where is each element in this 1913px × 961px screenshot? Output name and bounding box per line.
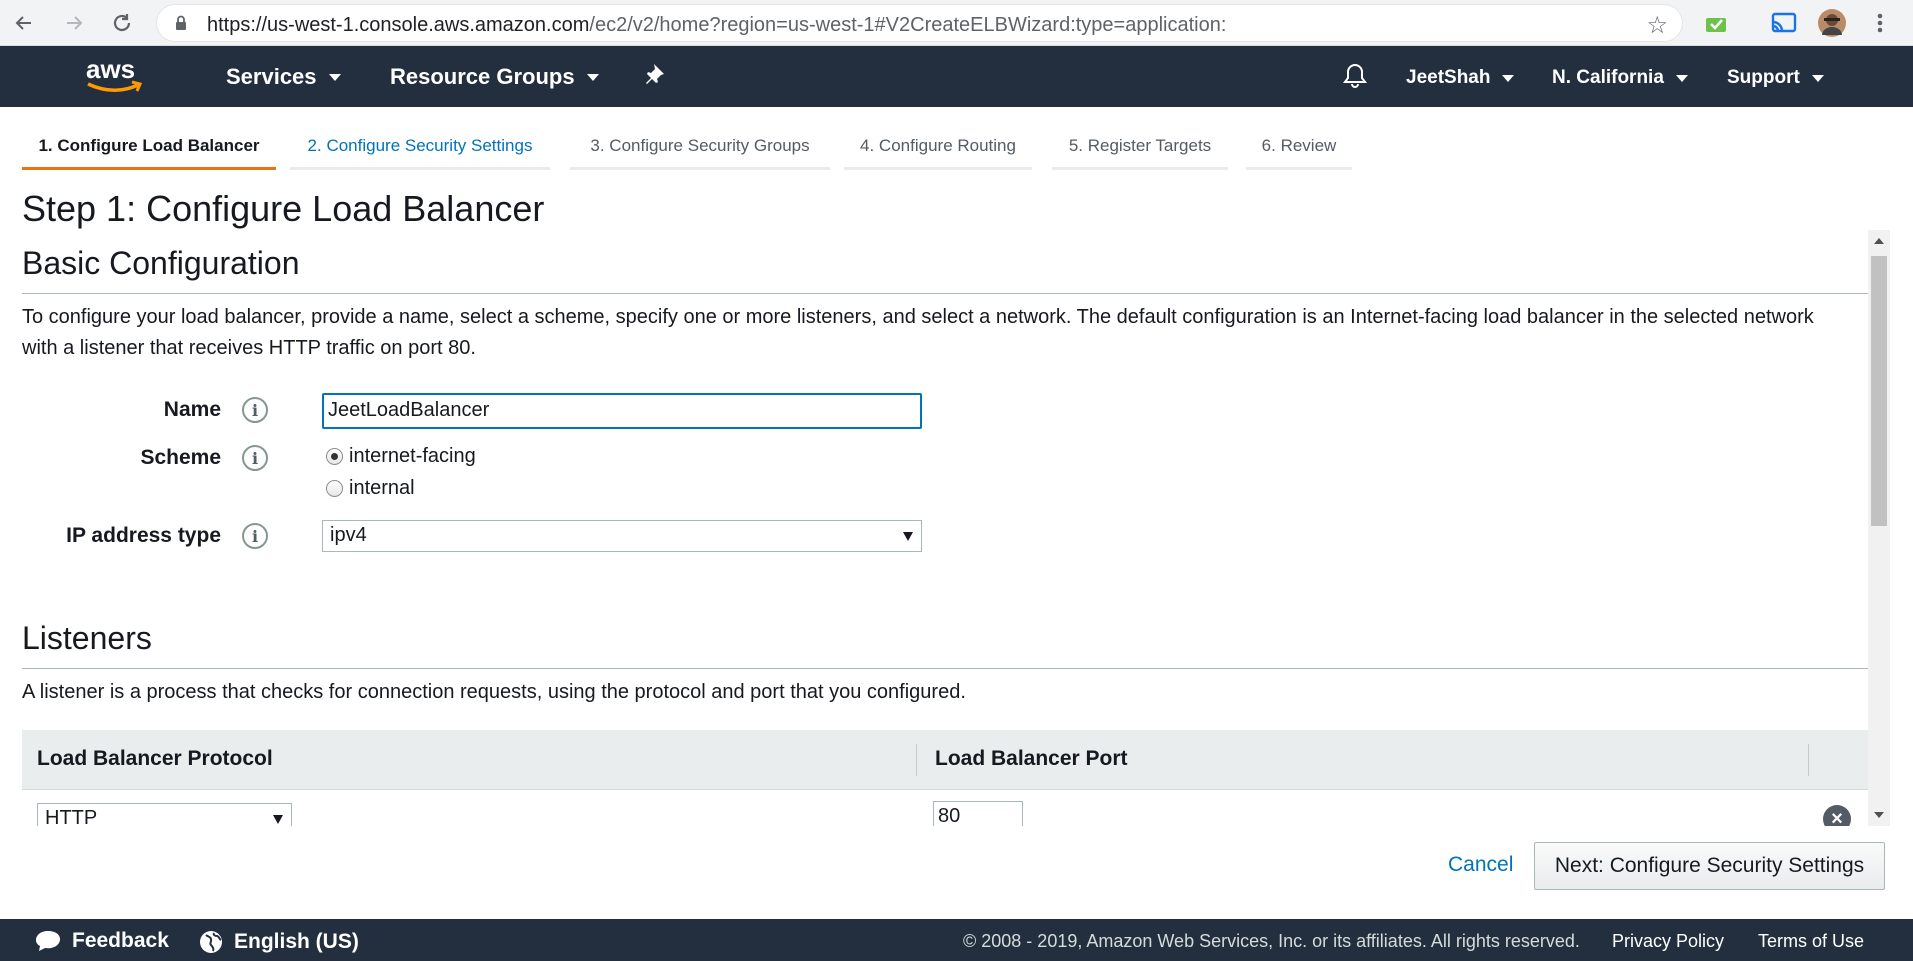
- console-footer: Feedback English (US) © 2008 - 2019, Ama…: [0, 919, 1913, 961]
- ip-address-type-select[interactable]: ipv4: [322, 520, 922, 552]
- region-label: N. California: [1552, 67, 1664, 88]
- listeners-heading: Listeners: [22, 620, 152, 656]
- info-icon[interactable]: i: [242, 397, 268, 423]
- select-value: HTTP: [45, 807, 98, 826]
- dropdown-arrow-icon: [273, 815, 283, 824]
- column-divider: [1808, 744, 1809, 776]
- remove-listener-icon[interactable]: ×: [1823, 805, 1851, 826]
- browser-menu-icon[interactable]: [1864, 7, 1896, 39]
- divider: [22, 668, 1868, 669]
- copyright-text: © 2008 - 2019, Amazon Web Services, Inc.…: [963, 931, 1580, 951]
- bell-icon[interactable]: [1342, 62, 1368, 90]
- feedback-link[interactable]: Feedback: [34, 929, 169, 953]
- services-label: Services: [226, 64, 317, 89]
- reload-icon[interactable]: [106, 7, 138, 39]
- region-menu[interactable]: N. California: [1552, 67, 1688, 89]
- column-header-port: Load Balancer Port: [935, 747, 1128, 770]
- scroll-down-arrow-icon[interactable]: [1874, 812, 1884, 818]
- bookmark-star-icon[interactable]: ☆: [1646, 11, 1668, 40]
- page-title: Step 1: Configure Load Balancer: [22, 188, 545, 229]
- aws-logo-icon: aws: [86, 54, 143, 92]
- feedback-label: Feedback: [72, 929, 169, 952]
- back-arrow-icon[interactable]: [8, 7, 40, 39]
- privacy-policy-link[interactable]: Privacy Policy: [1612, 931, 1724, 952]
- basic-configuration-heading: Basic Configuration: [22, 245, 300, 281]
- port-input[interactable]: 80: [933, 801, 1023, 826]
- speech-bubble-icon: [36, 931, 60, 951]
- protocol-select[interactable]: HTTP: [37, 803, 292, 826]
- listeners-description: A listener is a process that checks for …: [22, 681, 966, 703]
- browser-toolbar: https://us-west-1.console.aws.amazon.com…: [0, 0, 1913, 46]
- support-label: Support: [1727, 67, 1800, 88]
- next-configure-security-settings-button[interactable]: Next: Configure Security Settings: [1534, 842, 1885, 890]
- profile-avatar[interactable]: [1816, 7, 1848, 39]
- language-label: English (US): [234, 930, 359, 953]
- info-icon[interactable]: i: [242, 445, 268, 471]
- chevron-down-icon: [586, 73, 599, 81]
- select-value: ipv4: [330, 524, 367, 546]
- scheme-radio-internet-facing[interactable]: internet-facing: [326, 445, 476, 468]
- listeners-table-header: Load Balancer Protocol Load Balancer Por…: [22, 730, 1868, 790]
- chevron-down-icon: [1811, 74, 1824, 82]
- tab-configure-load-balancer[interactable]: 1. Configure Load Balancer: [22, 126, 276, 170]
- basic-configuration-description: To configure your load balancer, provide…: [22, 306, 1814, 359]
- column-divider: [916, 744, 917, 776]
- resource-groups-menu[interactable]: Resource Groups: [390, 64, 599, 90]
- column-header-protocol: Load Balancer Protocol: [37, 747, 273, 770]
- services-menu[interactable]: Services: [226, 64, 341, 90]
- forward-arrow-icon[interactable]: [58, 7, 90, 39]
- name-label: Name: [163, 398, 221, 421]
- configuration-pane: Basic Configuration To configure your lo…: [0, 230, 1890, 826]
- dropdown-arrow-icon: [903, 532, 913, 541]
- chevron-down-icon: [328, 73, 341, 81]
- cast-icon[interactable]: [1768, 7, 1800, 39]
- radio-button-checked[interactable]: [326, 448, 343, 465]
- tab-review[interactable]: 6. Review: [1246, 126, 1352, 170]
- scroll-up-arrow-icon[interactable]: [1874, 238, 1884, 244]
- scrollbar[interactable]: [1868, 230, 1890, 826]
- aws-top-nav: aws Services Resource Groups JeetShah N.…: [0, 46, 1913, 107]
- user-label: JeetShah: [1406, 67, 1491, 88]
- radio-label: internet-facing: [349, 445, 476, 467]
- scheme-radio-internal[interactable]: internal: [326, 477, 415, 500]
- scrollbar-thumb[interactable]: [1871, 256, 1887, 526]
- chevron-down-icon: [1502, 74, 1515, 82]
- support-menu[interactable]: Support: [1727, 67, 1824, 89]
- globe-icon: [200, 931, 222, 953]
- pin-icon[interactable]: [646, 62, 668, 86]
- tab-configure-security-settings[interactable]: 2. Configure Security Settings: [290, 126, 550, 170]
- radio-button[interactable]: [326, 480, 343, 497]
- resource-groups-label: Resource Groups: [390, 64, 575, 89]
- extension-icon[interactable]: [1700, 7, 1732, 39]
- terms-of-use-link[interactable]: Terms of Use: [1758, 931, 1864, 952]
- tab-configure-security-groups[interactable]: 3. Configure Security Groups: [570, 126, 830, 170]
- tab-configure-routing[interactable]: 4. Configure Routing: [844, 126, 1032, 170]
- scheme-label: Scheme: [140, 446, 221, 469]
- divider: [22, 293, 1868, 294]
- svg-text:aws: aws: [86, 54, 135, 84]
- lock-icon: [176, 15, 186, 30]
- info-icon[interactable]: i: [242, 523, 268, 549]
- url-text: https://us-west-1.console.aws.amazon.com…: [207, 14, 1227, 36]
- address-bar[interactable]: https://us-west-1.console.aws.amazon.com…: [156, 4, 1683, 42]
- tab-register-targets[interactable]: 5. Register Targets: [1052, 126, 1228, 170]
- user-menu[interactable]: JeetShah: [1406, 67, 1515, 89]
- aws-logo[interactable]: aws: [84, 54, 146, 98]
- language-selector[interactable]: English (US): [198, 929, 359, 955]
- name-input[interactable]: JeetLoadBalancer: [322, 393, 922, 429]
- chevron-down-icon: [1675, 74, 1688, 82]
- radio-label: internal: [349, 477, 415, 499]
- cancel-button[interactable]: Cancel: [1448, 853, 1513, 877]
- ip-address-type-label: IP address type: [66, 524, 221, 547]
